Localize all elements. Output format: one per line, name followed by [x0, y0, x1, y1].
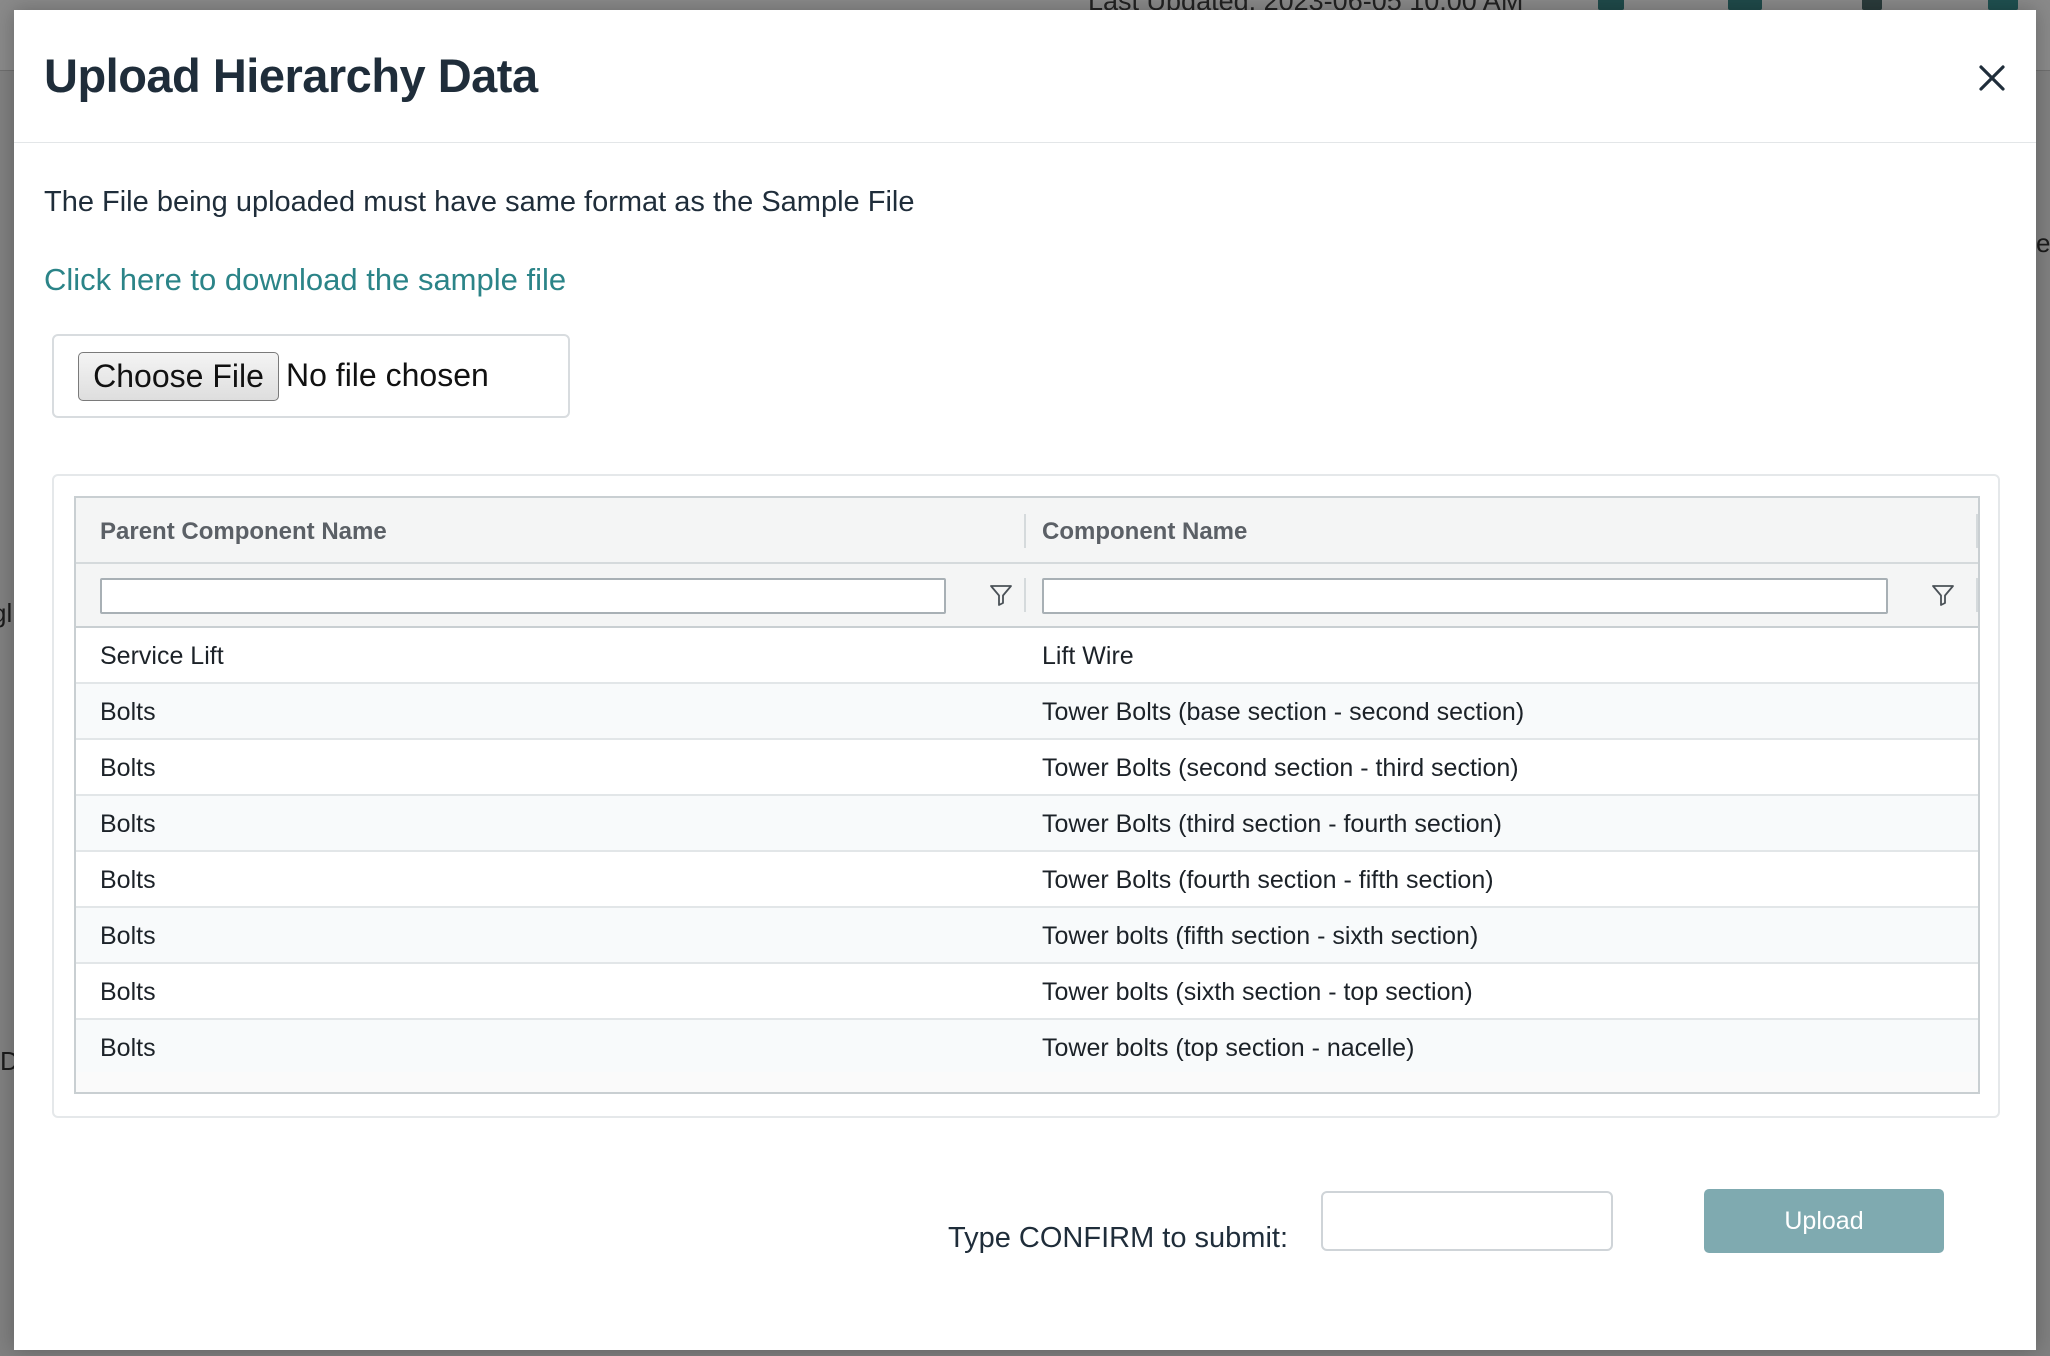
modal-title: Upload Hierarchy Data — [44, 49, 538, 102]
parent-component-cell: Bolts — [100, 698, 156, 726]
background-toolbar-icon — [1728, 0, 1762, 10]
parent-component-cell: Bolts — [100, 754, 156, 782]
confirm-label: Type CONFIRM to submit: — [948, 1222, 1289, 1254]
parent-component-cell: Service Lift — [100, 642, 224, 670]
background-side-text: e — [2036, 228, 2050, 258]
close-button[interactable] — [1974, 60, 2010, 96]
filter-icon[interactable] — [988, 582, 1014, 608]
preview-grid-panel: Parent Component Name Component Name Ser… — [52, 474, 2000, 1118]
background-settings-icon — [1862, 0, 1882, 10]
component-cell: Tower bolts (sixth section - top section… — [1042, 978, 1473, 1006]
filter-icon[interactable] — [1930, 582, 1956, 608]
component-cell: Tower bolts (top section - nacelle) — [1042, 1034, 1415, 1062]
parent-component-cell: Bolts — [100, 978, 156, 1006]
grid-body: Service Lift Lift Wire Bolts Tower Bolts… — [76, 628, 1978, 1076]
file-upload-box: Choose File No file chosen — [52, 334, 570, 418]
download-sample-link[interactable]: Click here to download the sample file — [44, 262, 566, 298]
table-row[interactable]: Bolts Tower bolts (fifth section - sixth… — [76, 908, 1978, 964]
parent-component-cell: Bolts — [100, 866, 156, 894]
component-cell: Tower Bolts (third section - fourth sect… — [1042, 810, 1502, 838]
parent-component-filter-input[interactable] — [100, 578, 946, 614]
background-side-text: gl — [0, 598, 13, 628]
background-network-icon — [1988, 0, 2018, 10]
grid-header: Parent Component Name Component Name — [76, 498, 1978, 564]
table-row[interactable]: Bolts Tower bolts (top section - nacelle… — [76, 1020, 1978, 1076]
component-filter-input[interactable] — [1042, 578, 1888, 614]
upload-hierarchy-modal: Upload Hierarchy Data The File being upl… — [14, 10, 2036, 1350]
table-row[interactable]: Bolts Tower Bolts (fourth section - fift… — [76, 852, 1978, 908]
file-status-text: No file chosen — [286, 357, 489, 393]
table-row[interactable]: Bolts Tower Bolts (third section - fourt… — [76, 796, 1978, 852]
component-cell: Lift Wire — [1042, 642, 1134, 670]
filter-divider — [1024, 578, 1026, 612]
column-header-parent-component[interactable]: Parent Component Name — [100, 518, 387, 546]
hierarchy-data-grid: Parent Component Name Component Name Ser… — [74, 496, 1980, 1094]
table-row[interactable]: Bolts Tower bolts (sixth section - top s… — [76, 964, 1978, 1020]
upload-button[interactable]: Upload — [1704, 1189, 1944, 1253]
modal-header: Upload Hierarchy Data — [14, 10, 2036, 143]
choose-file-button[interactable]: Choose File — [78, 352, 279, 401]
column-resize-handle[interactable] — [1024, 514, 1026, 548]
grid-filter-row — [76, 564, 1978, 628]
parent-component-cell: Bolts — [100, 810, 156, 838]
component-cell: Tower Bolts (fourth section - fifth sect… — [1042, 866, 1494, 894]
component-cell: Tower bolts (fifth section - sixth secti… — [1042, 922, 1479, 950]
close-icon[interactable] — [1974, 60, 2010, 96]
filter-divider — [1976, 578, 1978, 612]
background-chart-icon — [1598, 0, 1624, 10]
confirm-input[interactable] — [1321, 1191, 1613, 1251]
column-resize-handle[interactable] — [1976, 514, 1978, 548]
horizontal-scrollbar[interactable] — [76, 1072, 1978, 1092]
format-info-text: The File being uploaded must have same f… — [44, 186, 915, 218]
component-cell: Tower Bolts (base section - second secti… — [1042, 698, 1525, 726]
table-row[interactable]: Service Lift Lift Wire — [76, 628, 1978, 684]
table-row[interactable]: Bolts Tower Bolts (base section - second… — [76, 684, 1978, 740]
table-row[interactable]: Bolts Tower Bolts (second section - thir… — [76, 740, 1978, 796]
column-header-component[interactable]: Component Name — [1042, 518, 1247, 546]
parent-component-cell: Bolts — [100, 1034, 156, 1062]
component-cell: Tower Bolts (second section - third sect… — [1042, 754, 1519, 782]
parent-component-cell: Bolts — [100, 922, 156, 950]
